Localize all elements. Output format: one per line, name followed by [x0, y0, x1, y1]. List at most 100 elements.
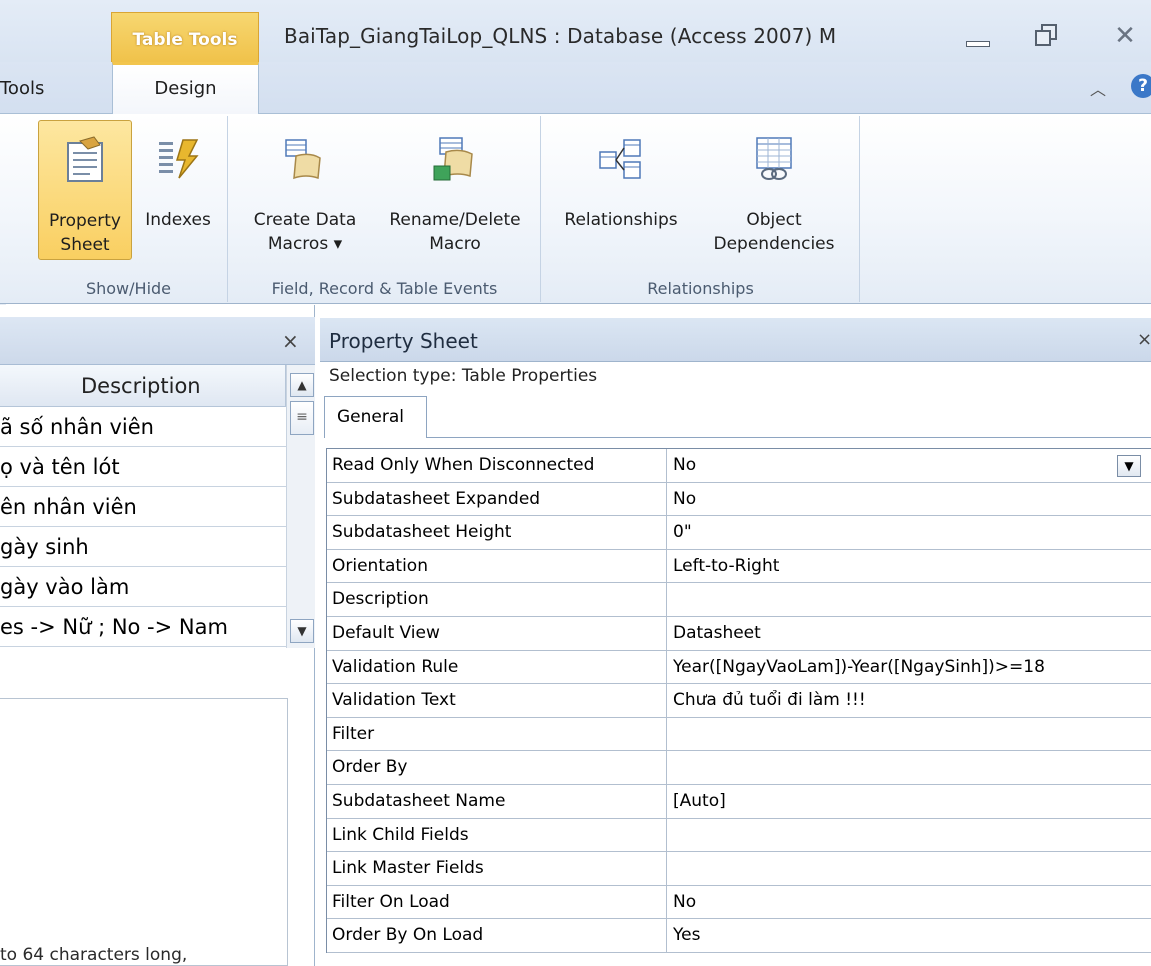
description-header-label: Description [81, 374, 201, 398]
group-relationships: Relationships Object Dependencies Relati… [542, 116, 860, 302]
property-value[interactable]: Yes [673, 919, 700, 952]
window-title: BaiTap_GiangTaiLop_QLNS : Database (Acce… [284, 24, 837, 48]
property-name: Filter [332, 723, 375, 744]
group-label-show-hide: Show/Hide [85, 279, 172, 298]
table-design-pane: × Description ã số nhân viên ọ và tên ló… [0, 305, 315, 966]
property-name: Subdatasheet Expanded [332, 488, 541, 509]
group-show-hide: Property Sheet Indexes Show/Hide [30, 116, 228, 302]
object-dependencies-icon [756, 137, 792, 180]
description-column-header[interactable]: Description [0, 365, 286, 407]
property-sheet-button[interactable]: Property Sheet [38, 120, 132, 260]
rename-delete-macro-button[interactable]: Rename/Delete Macro [375, 120, 535, 260]
dropdown-arrow-icon[interactable]: ▼ [1117, 455, 1141, 477]
property-sheet-header: Property Sheet × [320, 318, 1151, 362]
tab-underline [427, 437, 1151, 438]
property-row[interactable]: Subdatasheet Expanded No [327, 482, 1151, 517]
property-value[interactable]: Chưa đủ tuổi đi làm !!! [673, 684, 866, 717]
relationships-icon [599, 139, 641, 179]
property-row[interactable]: Description [327, 583, 1151, 617]
property-name: Validation Text [332, 690, 456, 711]
field-description-row[interactable]: gày sinh [0, 527, 286, 567]
property-row[interactable]: Order By [327, 751, 1151, 785]
ribbon: Property Sheet Indexes Show/Hide Create … [0, 114, 1151, 304]
create-data-macros-icon [285, 139, 321, 180]
field-properties-box [0, 698, 288, 966]
property-value[interactable]: No [673, 483, 696, 516]
ribbon-tab-row: Tools Design ︿ ? [0, 62, 1151, 115]
property-name: Link Master Fields [332, 858, 484, 879]
property-row[interactable]: Default View Datasheet [327, 616, 1151, 651]
property-sheet-icon [67, 136, 103, 182]
object-dependencies-button[interactable]: Object Dependencies [694, 120, 854, 260]
table-design-header [0, 317, 315, 365]
property-sheet-pane: Property Sheet × Selection type: Table P… [320, 318, 1151, 966]
object-dependencies-label: Object Dependencies [713, 210, 835, 254]
tab-general[interactable]: General [324, 396, 427, 438]
property-value[interactable]: Year([NgayVaoLam])-Year([NgaySinh])>=18 [673, 651, 1045, 684]
property-name: Order By [332, 757, 408, 778]
property-value[interactable]: Datasheet [673, 617, 761, 650]
property-value[interactable]: 0" [673, 516, 692, 549]
property-value[interactable]: Left-to-Right [673, 550, 779, 583]
group-label-relationships: Relationships [647, 279, 754, 298]
property-row[interactable]: Orientation Left-to-Right [327, 549, 1151, 584]
tab-design-label: Design [154, 78, 217, 99]
property-row[interactable]: Filter On Load No [327, 885, 1151, 920]
scroll-up-icon[interactable]: ▲ [290, 373, 314, 397]
property-value[interactable]: [Auto] [673, 785, 726, 818]
property-name: Default View [332, 622, 440, 643]
group-table-events: Create Data Macros ▾ Rename/Delete Macro… [229, 116, 541, 302]
relationships-button[interactable]: Relationships [548, 120, 694, 260]
field-description-row[interactable]: ên nhân viên [0, 487, 286, 527]
indexes-icon [159, 139, 199, 179]
property-name: Read Only When Disconnected [332, 455, 595, 475]
field-description-row[interactable]: ã số nhân viên [0, 407, 286, 447]
minimize-button[interactable] [960, 22, 994, 50]
field-description-row[interactable]: ọ và tên lót [0, 447, 286, 487]
property-name: Subdatasheet Height [332, 522, 512, 543]
tab-general-label: General [337, 407, 404, 427]
property-name: Subdatasheet Name [332, 790, 506, 811]
property-row[interactable]: Link Master Fields [327, 852, 1151, 886]
property-name: Orientation [332, 555, 428, 576]
tab-tools[interactable]: Tools [0, 78, 44, 99]
create-data-macros-button[interactable]: Create Data Macros ▾ [235, 120, 375, 260]
property-name: Description [332, 589, 429, 610]
field-description-row[interactable]: es -> Nữ ; No -> Nam [0, 607, 286, 647]
property-name: Link Child Fields [332, 824, 469, 845]
close-window-button[interactable]: ✕ [1108, 22, 1142, 50]
property-row[interactable]: Filter [327, 717, 1151, 752]
create-data-macros-label: Create Data Macros ▾ [253, 210, 357, 254]
table-tools-label: Table Tools [132, 30, 238, 50]
property-name: Filter On Load [332, 891, 450, 912]
property-row[interactable]: Validation Text Chưa đủ tuổi đi làm !!! [327, 684, 1151, 718]
property-value[interactable]: No [673, 449, 696, 482]
restore-button[interactable] [1030, 22, 1064, 50]
property-row[interactable]: Subdatasheet Height 0" [327, 516, 1151, 550]
property-row[interactable]: Read Only When Disconnected No ▼ [327, 449, 1151, 483]
field-description-row[interactable]: gày vào làm [0, 567, 286, 607]
property-row[interactable]: Subdatasheet Name [Auto] [327, 784, 1151, 819]
property-name: Order By On Load [332, 925, 484, 946]
scroll-down-icon[interactable]: ▼ [290, 619, 314, 643]
minimize-ribbon-icon[interactable]: ︿ [1090, 76, 1106, 100]
close-table-design-icon[interactable]: × [282, 329, 299, 353]
scroll-thumb[interactable]: ≡ [290, 401, 314, 435]
title-bar: Table Tools BaiTap_GiangTaiLop_QLNS : Da… [0, 0, 1151, 62]
property-grid: Read Only When Disconnected No ▼ Subdata… [326, 448, 1151, 953]
indexes-button[interactable]: Indexes [134, 120, 222, 260]
vertical-scrollbar[interactable]: ▲ ≡ ▼ [286, 365, 315, 648]
indexes-label: Indexes [145, 210, 211, 230]
property-sheet-label: Property Sheet [49, 211, 121, 255]
rename-delete-macro-label: Rename/Delete Macro [389, 210, 521, 254]
property-value[interactable]: No [673, 886, 696, 919]
help-icon[interactable]: ? [1131, 74, 1151, 98]
field-help-text: to 64 characters long, [0, 945, 188, 965]
group-label-table-events: Field, Record & Table Events [271, 279, 498, 298]
close-property-sheet-icon[interactable]: × [1137, 329, 1151, 350]
tab-design[interactable]: Design [112, 62, 259, 115]
property-row[interactable]: Link Child Fields [327, 818, 1151, 853]
property-name: Validation Rule [332, 656, 459, 677]
property-row[interactable]: Validation Rule Year([NgayVaoLam])-Year(… [327, 650, 1151, 685]
property-row[interactable]: Order By On Load Yes [327, 919, 1151, 953]
